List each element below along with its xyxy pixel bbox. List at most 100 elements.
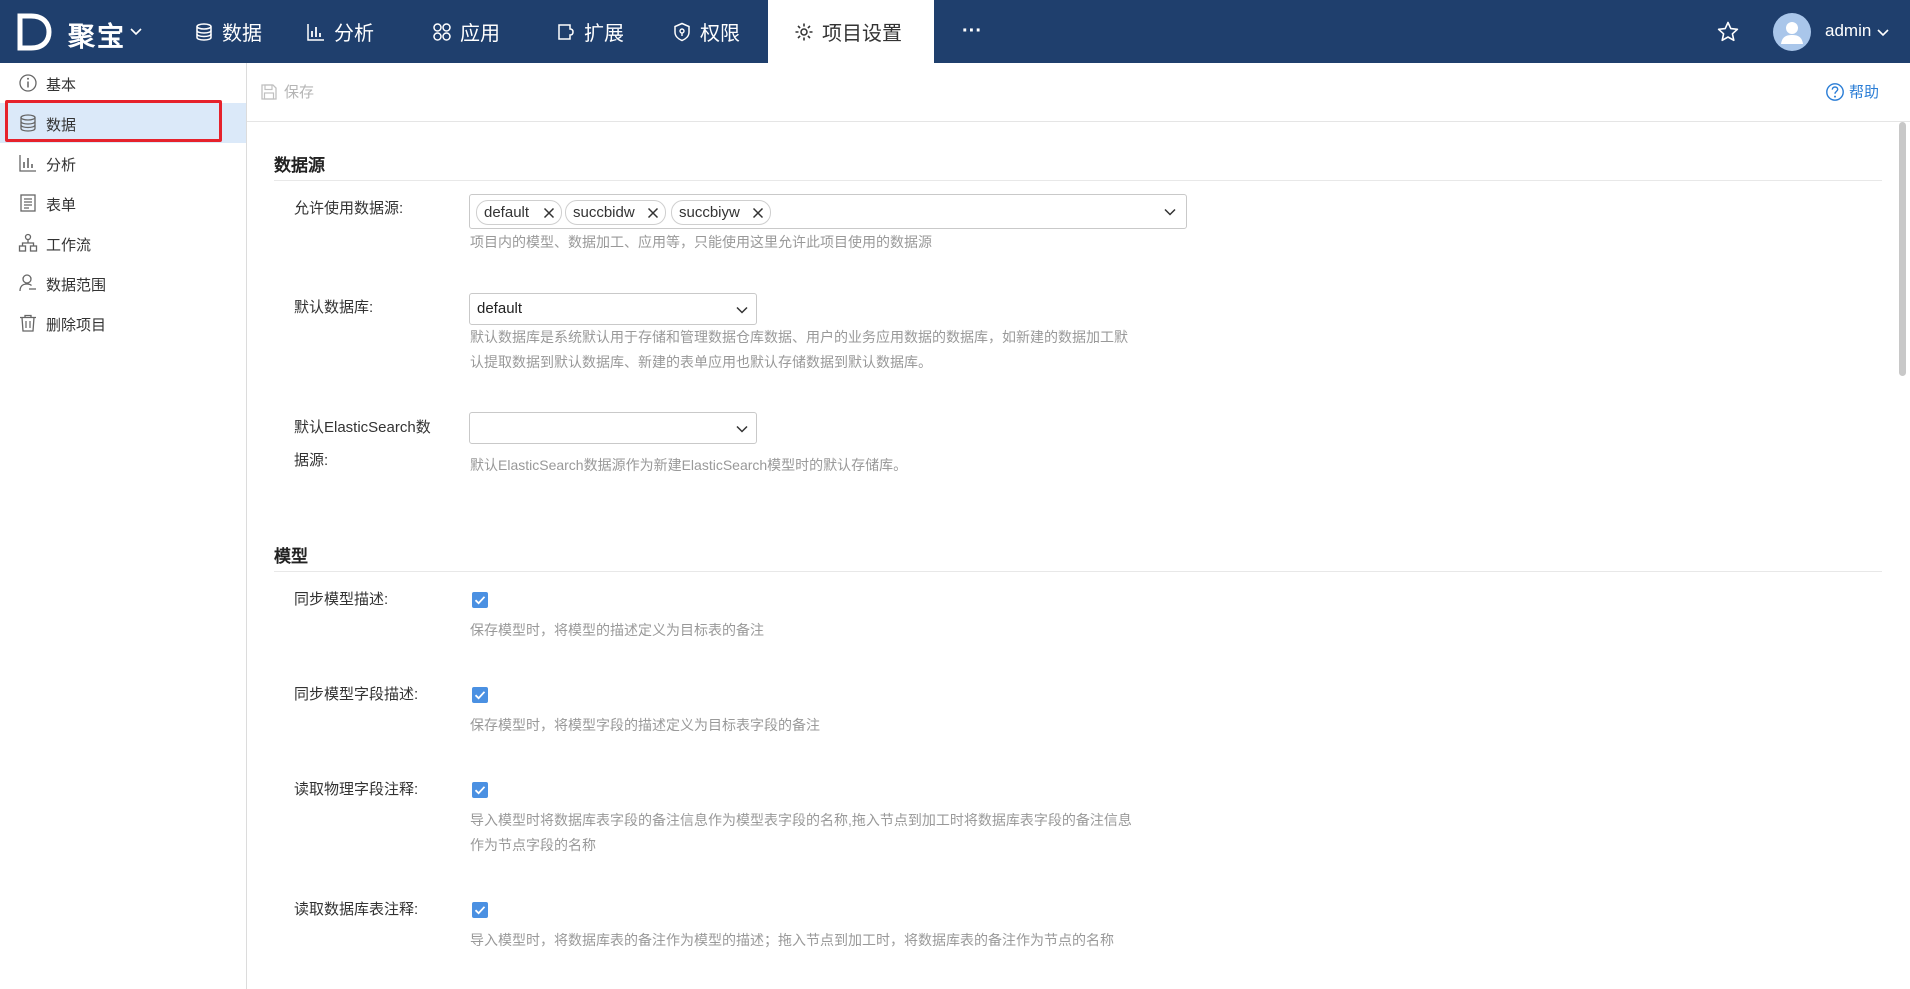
checkmark-icon: [474, 691, 486, 700]
sidebar-item-data-scope[interactable]: 数据范围: [0, 263, 246, 303]
user-icon: [1781, 22, 1803, 44]
sidebar-item-label: 工作流: [46, 237, 92, 254]
sidebar-item-label: 数据: [46, 117, 77, 134]
allowed-datasource-select[interactable]: default succbidw succbiyw: [469, 194, 1187, 229]
chevron-down-icon: [1164, 208, 1176, 216]
top-navbar: 聚宝 数据 分析 应用 扩展 权限 项目设置 ··· admin: [0, 0, 1910, 63]
nav-item-label: 分析: [334, 23, 374, 45]
star-icon[interactable]: [1716, 20, 1740, 44]
default-db-help-line-1: 默认数据库是系统默认用于存储和管理数据仓库数据、用户的业务应用数据的数据库，如新…: [470, 329, 1128, 345]
checkmark-icon: [474, 786, 486, 795]
logo-icon: [17, 13, 52, 51]
help-label: 帮助: [1849, 84, 1880, 101]
read-physical-comment-label: 读取物理字段注释:: [294, 781, 419, 798]
database-icon: [196, 22, 212, 41]
scrollbar-thumb[interactable]: [1899, 122, 1906, 376]
sync-model-desc-help: 保存模型时，将模型的描述定义为目标表的备注: [470, 622, 764, 638]
default-db-label: 默认数据库:: [294, 299, 374, 316]
allowed-datasource-label: 允许使用数据源:: [294, 200, 404, 217]
read-physical-comment-help-line-2: 作为节点字段的名称: [470, 837, 596, 853]
brand-name: 聚宝: [68, 22, 126, 52]
sidebar-item-forms[interactable]: 表单: [0, 183, 246, 223]
nav-item-apps[interactable]: 应用: [410, 0, 534, 63]
trash-icon: [20, 314, 36, 332]
sidebar-item-basic[interactable]: 基本: [0, 63, 246, 103]
read-table-comment-label: 读取数据库表注释:: [294, 901, 419, 918]
nav-item-label: 数据: [222, 23, 262, 45]
sidebar-item-label: 分析: [46, 157, 77, 174]
divider: [274, 571, 1882, 572]
question-icon: [1826, 82, 1844, 101]
read-table-comment-help: 导入模型时，将数据库表的备注作为模型的描述；拖入节点到加工时，将数据库表的备注作…: [470, 932, 1114, 948]
checkmark-icon: [474, 906, 486, 915]
allowed-datasource-help: 项目内的模型、数据加工、应用等，只能使用这里允许此项目使用的数据源: [470, 234, 932, 250]
avatar[interactable]: [1773, 13, 1811, 51]
user-scope-icon: [19, 274, 36, 292]
chevron-down-icon[interactable]: [1877, 28, 1889, 37]
bar-chart-icon: [19, 155, 36, 172]
checkmark-icon: [474, 596, 486, 605]
sync-field-desc-checkbox[interactable]: [472, 687, 488, 703]
nav-item-analysis[interactable]: 分析: [288, 0, 410, 63]
sync-field-desc-label: 同步模型字段描述:: [294, 686, 419, 703]
read-table-comment-checkbox[interactable]: [472, 902, 488, 918]
default-db-help-line-2: 认提取数据到默认数据库、新建的表单应用也默认存储数据到默认数据库。: [470, 354, 932, 370]
tag-label: default: [484, 204, 530, 221]
sync-model-desc-label: 同步模型描述:: [294, 591, 389, 608]
sidebar-item-delete-project[interactable]: 删除项目: [0, 303, 246, 343]
nav-item-permissions[interactable]: 权限: [658, 0, 768, 63]
tag-succbidw: succbidw: [565, 200, 666, 225]
sidebar-item-workflow[interactable]: 工作流: [0, 223, 246, 263]
divider: [274, 180, 1882, 181]
sync-model-desc-checkbox[interactable]: [472, 592, 488, 608]
help-button[interactable]: 帮助: [1825, 81, 1879, 102]
brand-switcher[interactable]: 聚宝: [0, 0, 150, 63]
read-physical-comment-checkbox[interactable]: [472, 782, 488, 798]
nav-item-project-settings[interactable]: 项目设置: [768, 0, 934, 63]
section-title-model: 模型: [274, 547, 308, 566]
default-db-select[interactable]: default: [469, 293, 757, 325]
nav-more-button[interactable]: ···: [934, 0, 1010, 63]
save-icon: [261, 83, 277, 100]
shield-icon: [674, 22, 690, 41]
bar-chart-icon: [307, 23, 324, 41]
es-datasource-help: 默认ElasticSearch数据源作为新建ElasticSearch模型时的默…: [470, 457, 908, 473]
nav-item-data[interactable]: 数据: [180, 0, 288, 63]
sync-field-desc-help: 保存模型时，将模型字段的描述定义为目标表字段的备注: [470, 717, 820, 733]
save-button[interactable]: 保存: [260, 81, 314, 102]
sidebar-item-label: 表单: [46, 197, 77, 214]
main-nav: 数据 分析 应用 扩展 权限 项目设置 ···: [180, 0, 1010, 63]
sidebar-item-label: 删除项目: [46, 317, 107, 334]
tag-default: default: [476, 200, 562, 225]
info-icon: [19, 74, 37, 92]
chevron-down-icon: [736, 425, 748, 433]
chevron-down-icon: [736, 306, 748, 314]
es-datasource-label-line-1: 默认ElasticSearch数: [294, 419, 431, 436]
close-icon[interactable]: [752, 207, 764, 219]
settings-sidebar: 基本 数据 分析 表单 工作流 数据范围 删除项目: [0, 63, 247, 989]
gear-icon: [795, 23, 813, 40]
sidebar-item-data[interactable]: 数据: [0, 103, 246, 143]
form-icon: [20, 194, 36, 212]
save-label: 保存: [284, 84, 315, 101]
database-icon: [20, 114, 36, 132]
chevron-down-icon: [130, 28, 142, 36]
nav-item-label: 应用: [460, 23, 500, 45]
tag-label: succbidw: [573, 204, 635, 221]
es-datasource-select[interactable]: [469, 412, 757, 444]
tag-label: succbiyw: [679, 204, 740, 221]
nav-item-extensions[interactable]: 扩展: [534, 0, 658, 63]
section-title-datasource: 数据源: [274, 156, 325, 175]
sidebar-item-analysis[interactable]: 分析: [0, 143, 246, 183]
default-db-value: default: [477, 300, 523, 317]
close-icon[interactable]: [647, 207, 659, 219]
nav-item-label: 扩展: [584, 23, 624, 45]
sidebar-item-label: 数据范围: [46, 277, 107, 294]
grid-icon: [433, 22, 451, 41]
user-name[interactable]: admin: [1825, 21, 1871, 41]
sidebar-item-label: 基本: [46, 77, 77, 94]
close-icon[interactable]: [543, 207, 555, 219]
tag-succbiyw: succbiyw: [671, 200, 771, 225]
nav-item-label: 权限: [700, 23, 740, 45]
es-datasource-label-line-2: 据源:: [294, 452, 329, 469]
